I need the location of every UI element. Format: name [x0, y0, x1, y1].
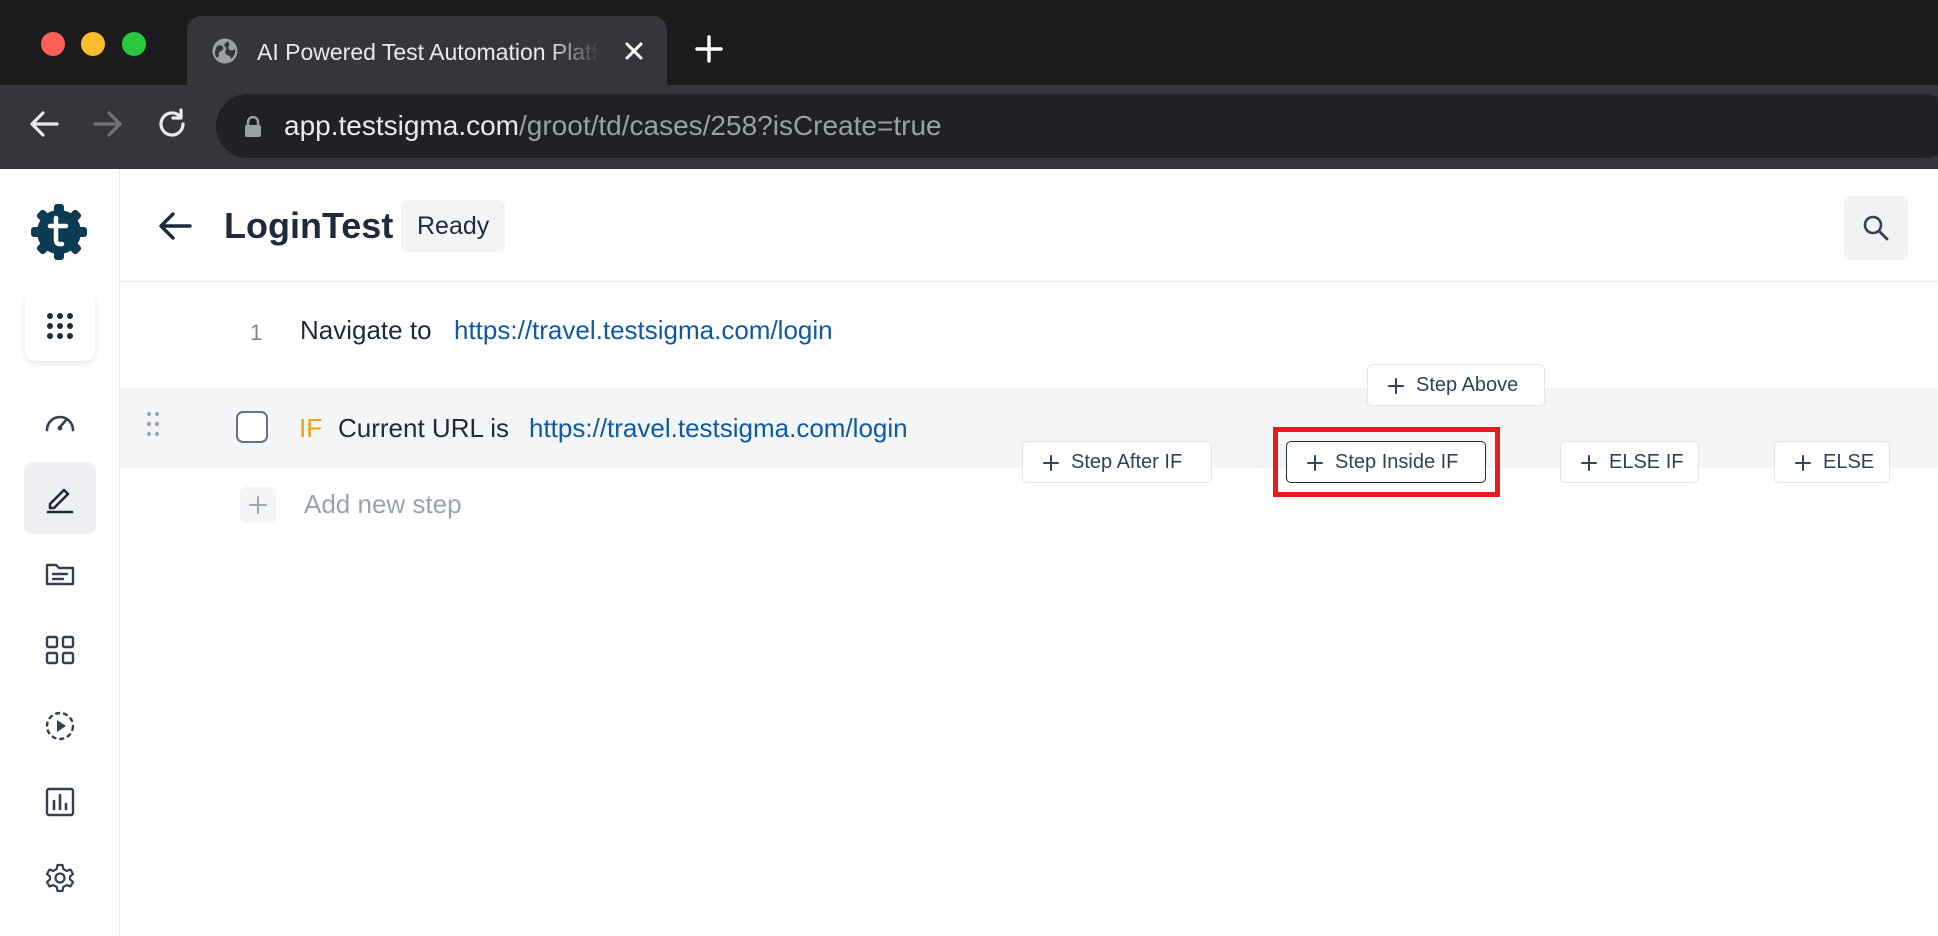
browser-tab[interactable]: AI Powered Test Automation Platform: [187, 16, 667, 85]
step-action-text: Navigate to: [300, 315, 432, 345]
tab-strip: AI Powered Test Automation Platform: [0, 0, 1938, 85]
pencil-icon: [46, 488, 74, 514]
step-url-link[interactable]: https://travel.testsigma.com/login: [529, 412, 908, 444]
settings-icon: [45, 863, 75, 893]
back-arrow-icon[interactable]: [156, 207, 194, 245]
dashboard-icon: [45, 415, 75, 432]
url-path: /groot/td/cases/258?isCreate=true: [519, 110, 942, 141]
apps-grid-icon: [47, 313, 73, 339]
forward-icon[interactable]: [91, 107, 125, 141]
step-checkbox[interactable]: [236, 411, 268, 443]
plus-icon[interactable]: [694, 34, 724, 64]
sidebar-item-test-development[interactable]: [24, 462, 96, 534]
minimize-window-button[interactable]: [81, 32, 105, 56]
else-if-button[interactable]: ELSE IF: [1560, 441, 1699, 483]
add-step-button[interactable]: [240, 487, 276, 523]
test-step-row[interactable]: 1 Navigate to https://travel.testsigma.c…: [120, 292, 1938, 372]
close-icon[interactable]: [621, 38, 647, 64]
drag-handle-icon[interactable]: [145, 410, 161, 438]
step-number: 1: [250, 320, 263, 345]
folder-icon: [45, 563, 75, 586]
sidebar-item-elements[interactable]: [24, 614, 96, 686]
plus-icon: [1581, 455, 1597, 471]
browser-toolbar: app.testsigma.com/groot/td/cases/258?isC…: [0, 85, 1938, 169]
else-if-label: ELSE IF: [1609, 451, 1684, 473]
url-host: app.testsigma.com: [284, 110, 519, 141]
add-step-label[interactable]: Add new step: [304, 488, 462, 520]
step-above-label: Step Above: [1416, 374, 1519, 396]
search-button[interactable]: [1844, 196, 1908, 260]
lock-icon: [245, 116, 261, 137]
grid-icon: [45, 635, 75, 665]
step-after-if-label: Step After IF: [1071, 451, 1183, 473]
page-title: LoginTest: [224, 205, 394, 246]
sidebar-item-reports[interactable]: [24, 766, 96, 838]
reload-icon[interactable]: [155, 107, 189, 141]
sidebar-item-test-data[interactable]: [24, 538, 96, 610]
plus-icon: [1795, 455, 1811, 471]
app: LoginTest Ready 1 Navigate to https://tr…: [0, 169, 1938, 936]
sidebar-item-settings[interactable]: [24, 842, 96, 914]
tab-title: AI Powered Test Automation Platform: [257, 39, 599, 65]
play-circle-icon: [45, 711, 75, 741]
close-window-button[interactable]: [41, 32, 65, 56]
sidebar-item-dashboard[interactable]: [24, 386, 96, 458]
step-above-button[interactable]: Step Above: [1367, 364, 1545, 406]
back-icon[interactable]: [27, 107, 61, 141]
maximize-window-button[interactable]: [122, 32, 146, 56]
sidebar-item-runs[interactable]: [24, 690, 96, 762]
url-text: app.testsigma.com/groot/td/cases/258?isC…: [284, 109, 942, 143]
else-button[interactable]: ELSE: [1774, 441, 1890, 483]
plus-icon: [1043, 455, 1059, 471]
highlight-box: [1273, 427, 1500, 497]
browser-chrome: AI Powered Test Automation Platform app.…: [0, 0, 1938, 169]
bar-chart-icon: [45, 787, 75, 817]
sidebar: [0, 169, 120, 936]
search-icon: [1863, 215, 1889, 241]
step-condition-text: Current URL is: [338, 413, 509, 443]
if-keyword: IF: [299, 413, 323, 443]
step-after-if-button[interactable]: Step After IF: [1022, 441, 1212, 483]
step-url-link[interactable]: https://travel.testsigma.com/login: [454, 314, 833, 346]
plus-icon: [1388, 378, 1404, 394]
testsigma-logo[interactable]: [29, 202, 89, 262]
apps-grid-button[interactable]: [25, 291, 95, 361]
else-label: ELSE: [1823, 451, 1875, 473]
address-bar[interactable]: app.testsigma.com/groot/td/cases/258?isC…: [216, 94, 1938, 158]
page-header: LoginTest Ready: [120, 169, 1938, 282]
plus-icon: [249, 496, 267, 514]
status-badge[interactable]: Ready: [401, 200, 506, 252]
globe-icon: [212, 38, 238, 64]
